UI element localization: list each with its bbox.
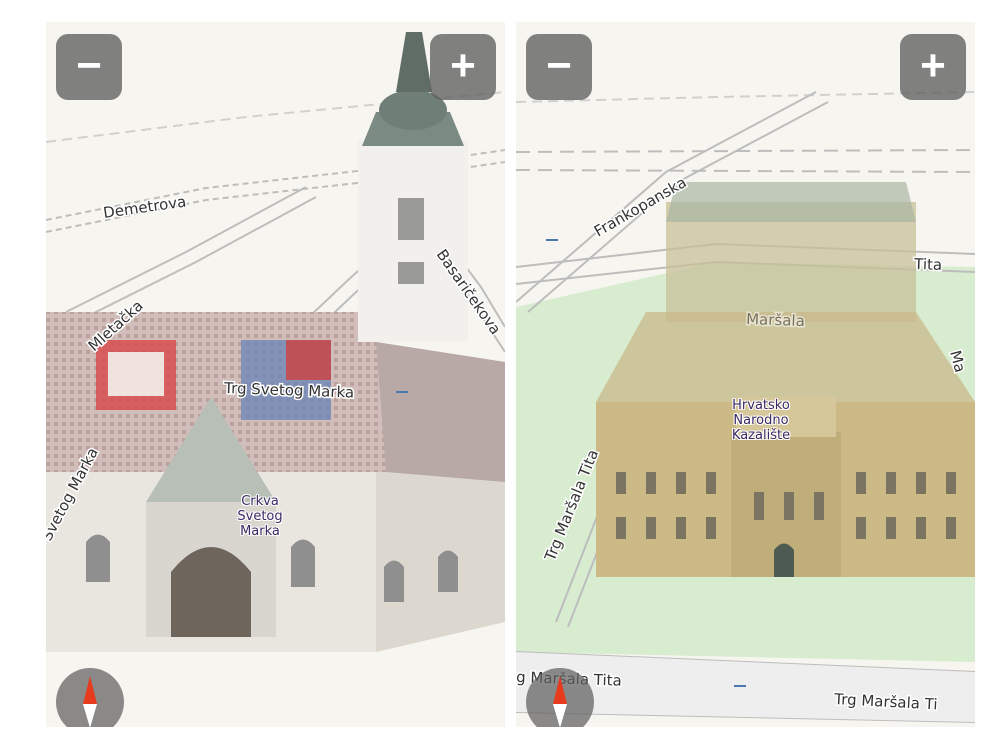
street-label-tita: Tita (913, 255, 943, 274)
poi-label-line: Crkva (241, 494, 279, 509)
zoom-in-button[interactable]: + (430, 34, 496, 100)
map-canvas-left[interactable]: Demetrova Mletačka Basaričekova Trg Svet… (46, 22, 505, 727)
zoom-in-icon: + (450, 41, 476, 90)
compass-button[interactable] (56, 668, 124, 727)
poi-label-hrvatsko-narodno-kazaliste[interactable]: Hrvatsko Narodno Kazalište (716, 398, 806, 443)
map-canvas-right[interactable]: Frankopanska Tita Maršala Trg Maršala Ti… (516, 22, 975, 727)
street-label-marsala-faded: Maršala (746, 310, 805, 330)
map-panel-right[interactable]: Frankopanska Tita Maršala Trg Maršala Ti… (516, 22, 975, 727)
compass-button[interactable] (526, 668, 594, 727)
compass-icon (83, 676, 97, 727)
zoom-out-icon: − (76, 41, 102, 90)
poi-label-crkva-svetog-marka[interactable]: Crkva Svetog Marka (220, 494, 300, 539)
zoom-out-button[interactable]: − (56, 34, 122, 100)
poi-label-line: Hrvatsko (732, 398, 790, 413)
poi-label-line: Narodno (733, 413, 789, 428)
poi-label-line: Marka (240, 524, 280, 539)
zoom-out-icon: − (546, 41, 572, 90)
poi-label-line: Kazalište (731, 428, 791, 443)
compass-icon (553, 676, 567, 727)
map-panel-left[interactable]: Demetrova Mletačka Basaričekova Trg Svet… (46, 22, 505, 727)
poi-label-line: Svetog (237, 509, 283, 524)
zoom-in-icon: + (920, 41, 946, 90)
zoom-in-button[interactable]: + (900, 34, 966, 100)
zoom-out-button[interactable]: − (526, 34, 592, 100)
